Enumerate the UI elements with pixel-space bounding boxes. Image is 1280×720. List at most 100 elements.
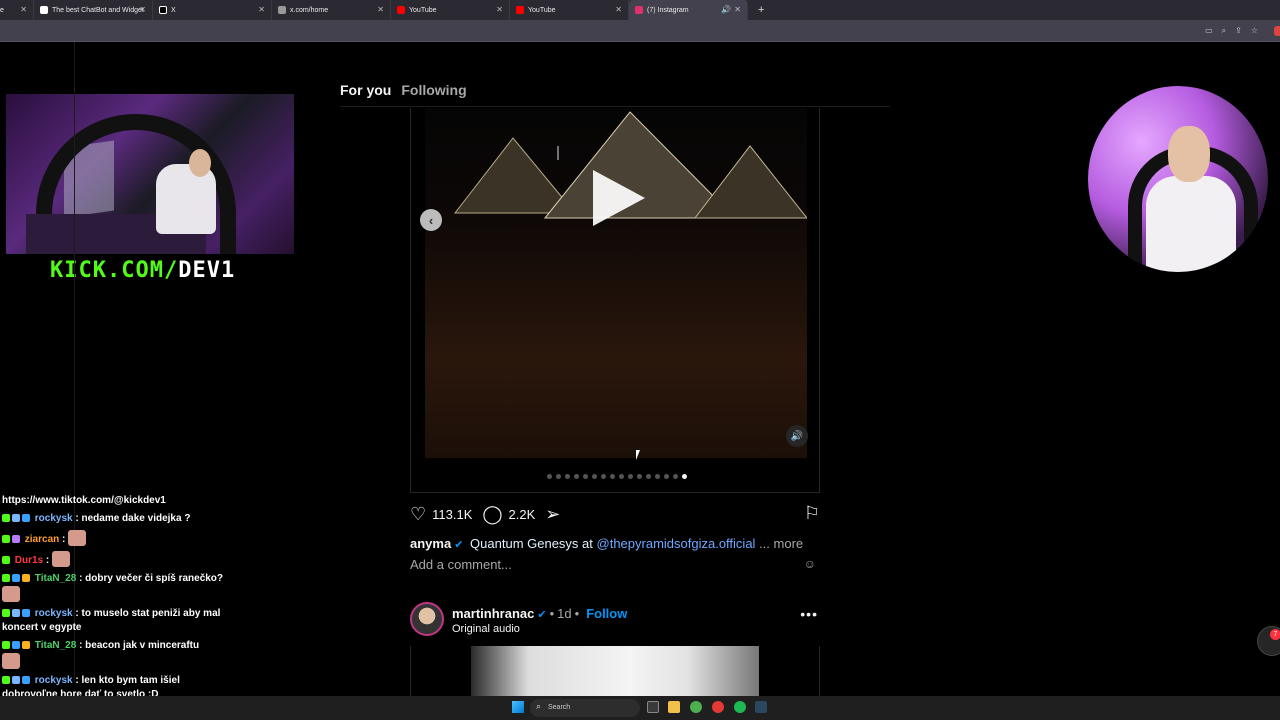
star-icon[interactable]: ☆ — [1251, 26, 1258, 36]
comment-icon[interactable]: ◯ — [482, 504, 502, 525]
post2-audio[interactable]: Original audio — [452, 623, 520, 635]
close-icon[interactable]: ✕ — [377, 5, 384, 14]
close-icon[interactable]: ✕ — [20, 5, 27, 14]
chrome-icon[interactable] — [690, 701, 702, 713]
close-icon[interactable]: ✕ — [258, 5, 265, 14]
taskbar-search[interactable]: Search — [530, 699, 640, 717]
app-icon[interactable] — [712, 701, 724, 713]
streamer-body — [1146, 176, 1236, 272]
extension-icon[interactable] — [1274, 26, 1280, 36]
chat-message: rockysk : to muselo stat peniži aby mal … — [2, 607, 232, 635]
kick-prefix: KICK.COM/ — [50, 258, 179, 283]
verified-icon: ✔ — [537, 609, 547, 621]
pyramids-image — [453, 111, 807, 219]
close-icon[interactable]: ✕ — [615, 5, 622, 14]
chat-user: TitaN_28 — [34, 573, 77, 584]
share-icon[interactable]: ➢ — [545, 504, 560, 525]
carousel-prev-button[interactable]: ‹ — [420, 209, 442, 231]
streamer — [156, 164, 216, 234]
tab-youtube-1[interactable]: YouTube ✕ — [391, 0, 510, 20]
windows-start-icon[interactable] — [512, 701, 524, 713]
volume-icon[interactable]: 🔊 — [786, 425, 808, 447]
chat-user: rockysk — [34, 513, 73, 524]
carousel-dot — [619, 474, 624, 479]
spotify-icon[interactable] — [734, 701, 746, 713]
kick-badge-icon — [2, 641, 10, 649]
zoom-icon[interactable]: ⌕ — [1222, 26, 1226, 36]
avatar[interactable] — [410, 602, 444, 636]
verified-icon: ✔ — [454, 539, 464, 551]
close-icon[interactable]: ✕ — [139, 5, 146, 14]
tab-chatbot[interactable]: The best ChatBot and Widget ✕ — [34, 0, 153, 20]
sub-badge-icon — [12, 574, 20, 582]
caption-author[interactable]: anyma — [410, 536, 451, 551]
tab-x[interactable]: X ✕ — [153, 0, 272, 20]
caption-mention[interactable]: @thepyramidsofgiza.official — [597, 536, 756, 551]
divider — [340, 106, 890, 107]
chat-user: rockysk — [34, 608, 73, 619]
sub-badge-icon — [12, 609, 20, 617]
more-link[interactable]: ... more — [759, 536, 803, 551]
carousel-dot — [574, 474, 579, 479]
chat-text: : — [45, 555, 50, 566]
tab-for-you[interactable]: For you — [340, 82, 391, 98]
sub-badge-icon — [12, 535, 20, 543]
share-icon[interactable]: ⇪ — [1235, 26, 1242, 36]
chat-message: TitaN_28 : dobry večer či spíš ranečko? — [2, 572, 232, 603]
chat-user: rockysk — [34, 675, 73, 686]
tab-0[interactable]: e ✕ — [0, 0, 34, 20]
facecam-overlay — [1088, 86, 1268, 272]
chat-message: ziarcan : — [2, 530, 232, 547]
stream-chat: https://www.tiktok.com/@kickdev1 rockysk… — [2, 494, 232, 706]
close-icon[interactable]: ✕ — [734, 5, 741, 14]
post2-author[interactable]: martinhranac — [452, 606, 534, 621]
taskbar: Search ⌕ — [0, 696, 1280, 720]
separator: • — [549, 606, 555, 621]
streamer-head — [189, 149, 211, 177]
kick-suffix: DEV1 — [178, 258, 236, 283]
sub-badge-icon — [12, 641, 20, 649]
post2-time: 1d — [557, 606, 572, 621]
close-icon[interactable]: ✕ — [496, 5, 503, 14]
steam-icon[interactable] — [755, 701, 767, 713]
carousel-dot — [655, 474, 660, 479]
bookmark-icon[interactable]: ⚐ — [804, 503, 820, 524]
new-tab-button[interactable]: + — [758, 4, 764, 16]
task-view-icon[interactable] — [647, 701, 659, 713]
x-logo-icon — [278, 6, 286, 14]
comment-count: 2.2K — [508, 506, 536, 522]
youtube-icon — [397, 6, 405, 14]
instagram-icon — [635, 6, 643, 14]
play-icon[interactable] — [593, 170, 645, 226]
tab-x-home[interactable]: x.com/home ✕ — [272, 0, 391, 20]
chat-link: https://www.tiktok.com/@kickdev1 — [2, 495, 166, 506]
feed-tabs: For you Following — [340, 82, 467, 98]
kick-channel-label: KICK.COM/DEV1 — [50, 258, 235, 283]
sub-badge-icon — [12, 514, 20, 522]
follow-button[interactable]: Follow — [586, 606, 627, 621]
x-logo-icon — [159, 6, 167, 14]
emote-icon — [52, 551, 71, 567]
heart-icon[interactable]: ♡ — [410, 504, 426, 525]
carousel-dot — [547, 474, 552, 479]
carousel-dot — [628, 474, 633, 479]
tab-label: The best ChatBot and Widget — [52, 6, 144, 14]
carousel-dot — [610, 474, 615, 479]
tab-label: x.com/home — [290, 6, 329, 14]
gift-badge-icon — [22, 574, 30, 582]
more-options-icon[interactable]: ••• — [800, 606, 818, 622]
tab-label: YouTube — [528, 6, 556, 14]
emoji-icon[interactable]: ☺ — [804, 557, 816, 571]
tab-instagram[interactable]: (7) Instagram 🔊 ✕ — [629, 0, 748, 20]
address-bar[interactable]: ▭ ⌕ ⇪ ☆ — [0, 20, 1280, 42]
tab-following[interactable]: Following — [401, 82, 466, 98]
comment-input[interactable]: Add a comment... ☺ — [410, 557, 820, 572]
toolbar-icons: ▭ ⌕ ⇪ ☆ — [1205, 26, 1258, 36]
file-explorer-icon[interactable] — [668, 701, 680, 713]
post2-media[interactable] — [471, 646, 759, 696]
screen-icon[interactable]: ▭ — [1205, 26, 1213, 36]
tab-youtube-2[interactable]: YouTube ✕ — [510, 0, 629, 20]
speaker-icon[interactable]: 🔊 — [721, 5, 731, 14]
streamer-face — [1168, 126, 1210, 182]
post-media[interactable] — [425, 108, 807, 458]
